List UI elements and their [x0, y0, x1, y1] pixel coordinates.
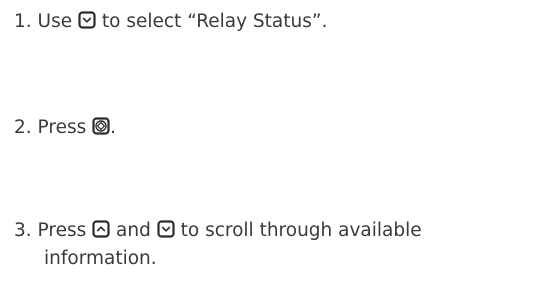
enter-key-icon [92, 117, 110, 135]
down-arrow-key-icon [157, 220, 175, 238]
step-text-middle: and [116, 220, 151, 241]
step-text-before: Press [37, 117, 87, 138]
step-3-continuation: information. [44, 248, 157, 269]
step-text-after: to select “Relay Status”. [101, 11, 328, 32]
step-number: 3. [14, 220, 32, 241]
down-arrow-key-icon [78, 11, 96, 29]
step-1: 1. Use to select “Relay Status”. [14, 7, 327, 37]
step-2: 2. Press . [14, 113, 116, 143]
step-text-before: Use [37, 11, 73, 32]
step-text-after: to scroll through available [180, 220, 422, 241]
up-arrow-key-icon [92, 220, 110, 238]
step-3: 3. Press and to scroll through available [14, 216, 422, 246]
step-number: 1. [14, 11, 32, 32]
step-text-after: . [110, 117, 117, 138]
step-number: 2. [14, 117, 32, 138]
step-text-before: Press [37, 220, 87, 241]
